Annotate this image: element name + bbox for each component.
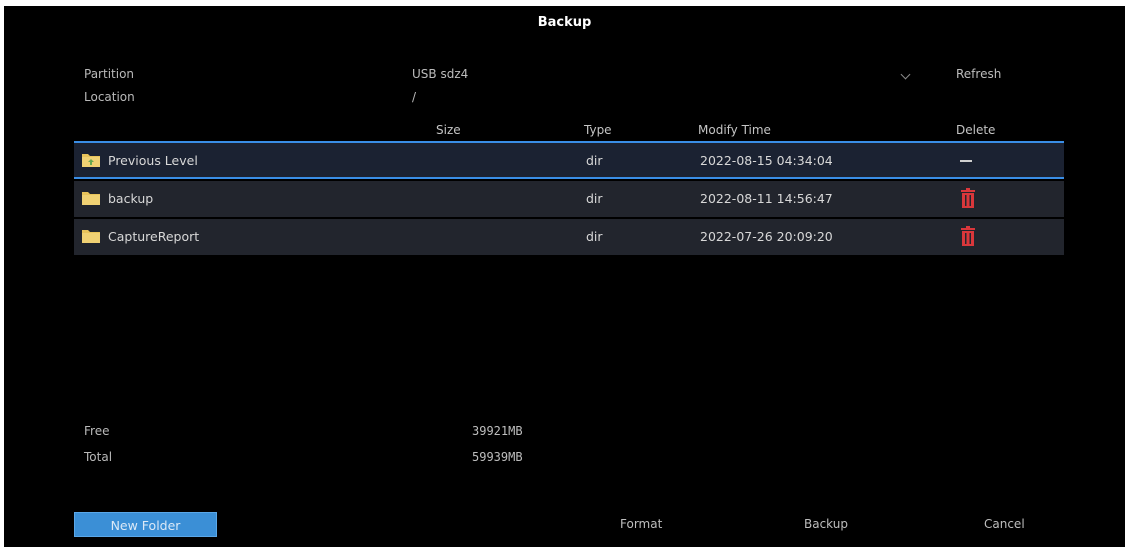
refresh-button[interactable]: Refresh bbox=[956, 67, 1001, 81]
file-name: CaptureReport bbox=[108, 229, 200, 244]
delete-disabled-dash bbox=[960, 160, 972, 162]
backup-dialog: Backup Partition USB sdz4 Refresh Locati… bbox=[4, 6, 1125, 547]
backup-button[interactable]: Backup bbox=[804, 517, 848, 531]
column-header-modify-time: Modify Time bbox=[698, 123, 771, 137]
cancel-button[interactable]: Cancel bbox=[984, 517, 1025, 531]
file-modify-time: 2022-08-11 14:56:47 bbox=[700, 191, 833, 206]
partition-value: USB sdz4 bbox=[412, 67, 469, 81]
total-value: 59939MB bbox=[472, 450, 523, 464]
file-modify-time: 2022-07-26 20:09:20 bbox=[700, 229, 833, 244]
file-name: backup bbox=[108, 191, 154, 206]
column-header-delete: Delete bbox=[956, 123, 996, 137]
column-header-type: Type bbox=[584, 123, 612, 137]
chevron-down-icon bbox=[900, 69, 911, 80]
trash-icon[interactable] bbox=[960, 188, 976, 208]
new-folder-button[interactable]: New Folder bbox=[74, 512, 217, 537]
file-type: dir bbox=[586, 229, 603, 244]
trash-icon[interactable] bbox=[960, 226, 976, 246]
folder-up-icon bbox=[82, 154, 100, 167]
total-label: Total bbox=[84, 450, 113, 464]
location-label: Location bbox=[84, 90, 135, 104]
free-label: Free bbox=[84, 424, 110, 438]
free-value: 39921MB bbox=[472, 424, 523, 438]
table-header: Size Type Modify Time Delete bbox=[74, 120, 1064, 142]
folder-icon bbox=[82, 192, 100, 205]
folder-icon bbox=[82, 230, 100, 243]
partition-label: Partition bbox=[84, 67, 135, 81]
file-type: dir bbox=[586, 191, 603, 206]
dialog-title: Backup bbox=[537, 15, 592, 30]
location-value: / bbox=[412, 90, 417, 104]
format-button[interactable]: Format bbox=[620, 517, 662, 531]
column-header-size: Size bbox=[436, 123, 461, 137]
file-name: Previous Level bbox=[108, 153, 198, 168]
table-row[interactable]: Previous Level dir 2022-08-15 04:34:04 bbox=[74, 141, 1064, 179]
file-modify-time: 2022-08-15 04:34:04 bbox=[700, 153, 833, 168]
table-row[interactable]: CaptureReport dir 2022-07-26 20:09:20 bbox=[74, 219, 1064, 255]
file-type: dir bbox=[586, 153, 603, 168]
file-list: Previous Level dir 2022-08-15 04:34:04 b… bbox=[74, 141, 1064, 257]
partition-dropdown[interactable]: USB sdz4 bbox=[412, 64, 917, 86]
table-row[interactable]: backup dir 2022-08-11 14:56:47 bbox=[74, 181, 1064, 217]
